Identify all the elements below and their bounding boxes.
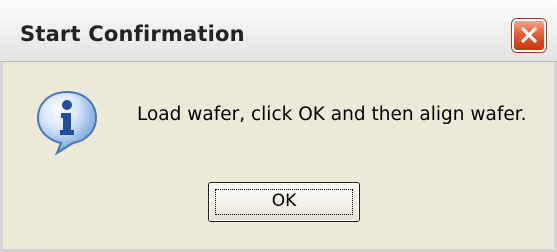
ok-button[interactable]: OK: [208, 182, 360, 222]
title-bar[interactable]: Start Confirmation: [0, 0, 557, 62]
close-button[interactable]: [512, 19, 546, 52]
dialog-title: Start Confirmation: [20, 22, 245, 46]
information-icon: [36, 90, 98, 156]
close-icon: [521, 27, 537, 43]
dialog-message: Load wafer, click OK and then align wafe…: [137, 104, 527, 125]
dialog-body: Load wafer, click OK and then align wafe…: [0, 62, 557, 252]
ok-button-label: OK: [271, 191, 297, 211]
start-confirmation-dialog: Start Confirmation Load wafer, click OK …: [0, 0, 557, 252]
